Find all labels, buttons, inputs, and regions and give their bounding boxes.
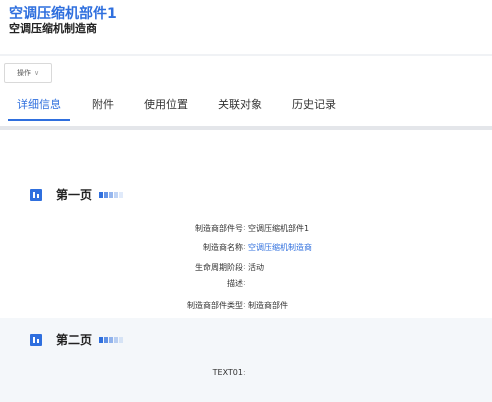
field-colon: :	[243, 300, 246, 309]
toolbar: 操作 ∨ 详细信息 附件 使用位置 关联对象 历史记录	[0, 56, 492, 126]
tab-attachments[interactable]: 附件	[92, 96, 114, 112]
operations-label: 操作	[16, 69, 31, 77]
field-colon: :	[243, 223, 246, 232]
field-row: 制造商部件号 : 空调压缩机部件1	[0, 223, 492, 237]
section-decoration-icon	[99, 336, 124, 343]
field-row: 描述 :	[0, 278, 492, 292]
section-1-header: 第一页	[30, 186, 124, 203]
field-colon: :	[243, 368, 246, 377]
chart-bar-icon	[30, 333, 42, 346]
field-row: 制造商名称 : 空调压缩机制造商	[0, 242, 492, 256]
field-colon: :	[243, 242, 246, 251]
field-label: 制造商名称	[203, 243, 243, 252]
section-2-title: 第二页	[56, 333, 93, 347]
page-subtitle: 空调压缩机制造商	[9, 22, 97, 35]
field-label: 制造商部件类型	[187, 301, 243, 310]
field-value: 制造商部件	[248, 301, 288, 310]
field-row: TEXT01 :	[0, 368, 492, 382]
section-1-title: 第一页	[56, 188, 93, 202]
tab-bar: 详细信息 附件 使用位置 关联对象 历史记录	[0, 96, 492, 122]
tab-details[interactable]: 详细信息	[17, 96, 61, 112]
field-row: 生命周期阶段 : 活动	[0, 262, 492, 276]
section-2-header: 第二页	[30, 331, 124, 348]
tab-history[interactable]: 历史记录	[292, 96, 336, 112]
field-label: TEXT01	[212, 368, 243, 377]
operations-dropdown-button[interactable]: 操作 ∨	[4, 63, 52, 83]
field-value: 活动	[248, 263, 264, 272]
field-colon: :	[243, 278, 246, 287]
page-header: 空调压缩机部件1 空调压缩机制造商	[0, 0, 492, 54]
detail-content: 第一页 制造商部件号 : 空调压缩机部件1 制造商名称 : 空调压缩机制造商 生…	[0, 130, 492, 402]
field-colon: :	[243, 262, 246, 271]
manufacturer-link[interactable]: 空调压缩机制造商	[248, 242, 312, 253]
tab-related-objects[interactable]: 关联对象	[218, 96, 262, 112]
active-tab-indicator	[8, 119, 70, 121]
section-decoration-icon	[99, 191, 124, 198]
field-value: 空调压缩机部件1	[248, 224, 310, 233]
field-label: 制造商部件号	[195, 224, 243, 233]
field-label: 描述	[227, 279, 243, 288]
field-row: 制造商部件类型 : 制造商部件	[0, 300, 492, 314]
chart-bar-icon	[30, 188, 42, 201]
field-label: 生命周期阶段	[195, 263, 243, 272]
chevron-down-icon: ∨	[33, 69, 40, 77]
tab-where-used[interactable]: 使用位置	[144, 96, 188, 112]
